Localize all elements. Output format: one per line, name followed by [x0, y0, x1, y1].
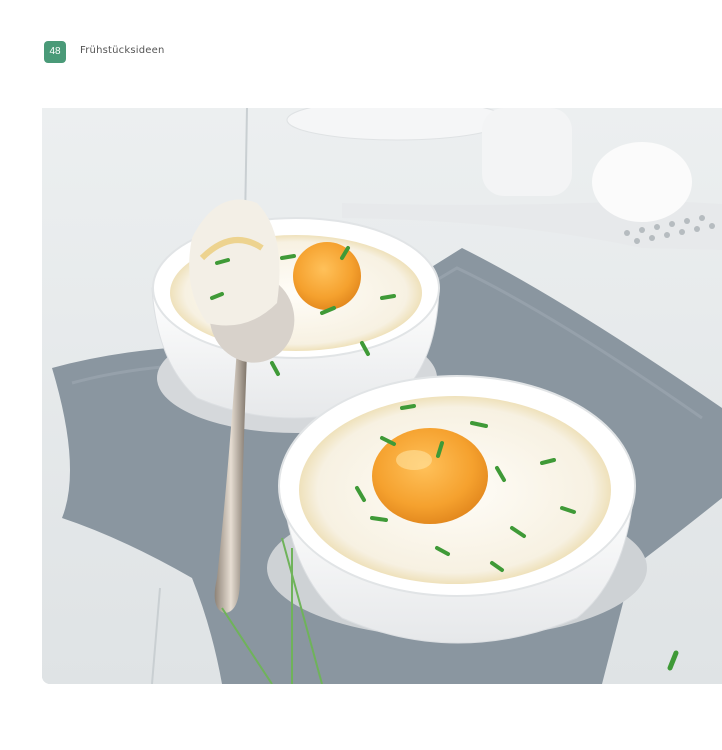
page-number-badge: 48: [44, 41, 66, 63]
front-ramekin: [267, 375, 647, 644]
egg-ramekins-illustration: [42, 108, 722, 684]
section-title: Frühstücksideen: [80, 45, 165, 56]
back-egg-yolk: [293, 242, 361, 310]
food-photo: [42, 108, 722, 684]
egg-shell: [592, 142, 692, 222]
salt-shaker: [482, 108, 572, 196]
